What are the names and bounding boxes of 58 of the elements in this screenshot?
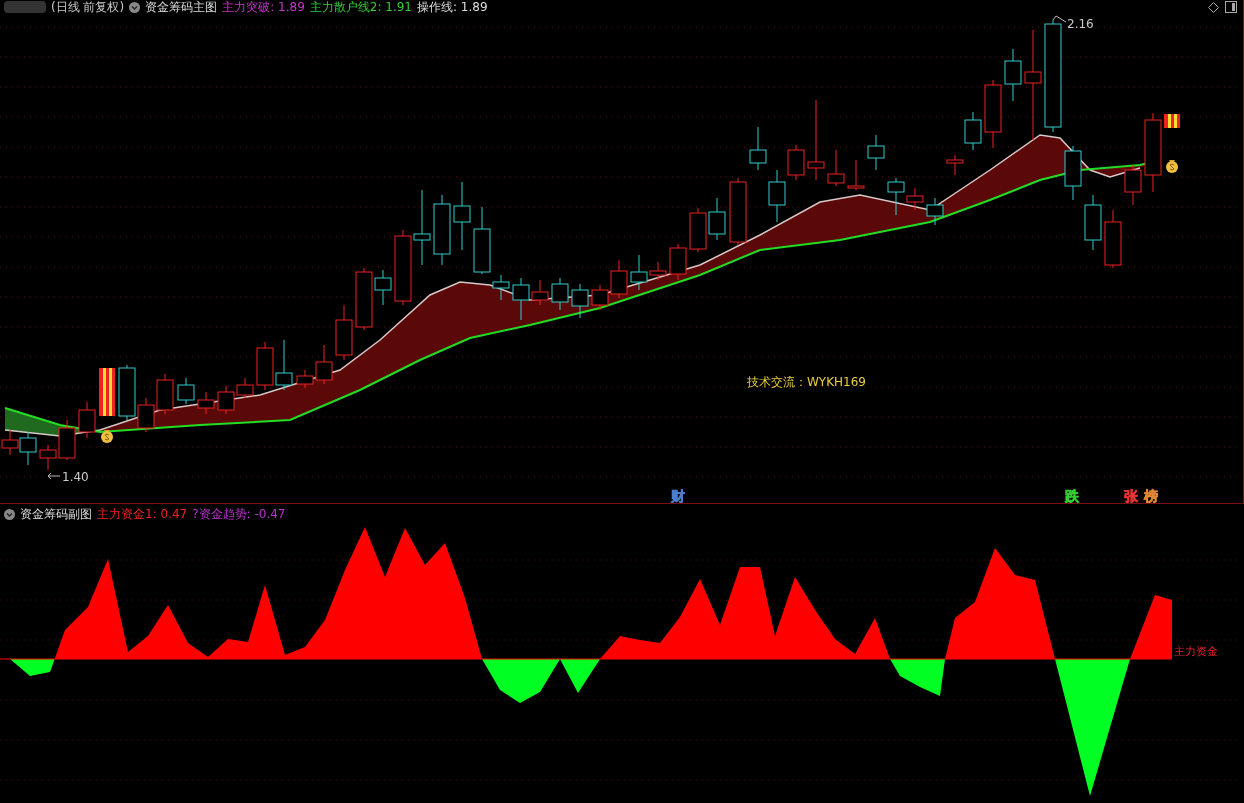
signal-marker: 榜 — [1144, 488, 1158, 503]
money-bag-icon — [101, 430, 113, 443]
candlestick — [1004, 48, 1022, 102]
low-price-label: 1.40 — [62, 470, 89, 484]
high-price-label: 2.16 — [1067, 17, 1094, 31]
diamond-icon[interactable] — [1208, 1, 1219, 13]
candlestick — [827, 149, 845, 187]
series-label: 主力资金 — [1174, 645, 1218, 658]
candlestick — [867, 134, 885, 171]
candlestick — [1084, 194, 1102, 251]
candlestick — [571, 283, 589, 319]
candlestick — [217, 385, 235, 415]
contact-note: 技术交流：WYKH169 — [747, 375, 866, 389]
candlestick — [78, 401, 96, 439]
indicator-title: 资金筹码副图 — [20, 508, 92, 520]
candlestick — [946, 154, 964, 176]
candlestick — [669, 243, 687, 281]
candlestick — [177, 377, 195, 405]
indicator-readout: 主力突破: 1.89 — [222, 1, 305, 13]
candlestick — [689, 207, 707, 253]
indicator-readout: 操作线: 1.89 — [417, 1, 488, 13]
candlestick — [847, 159, 865, 191]
candlestick — [236, 377, 254, 399]
panel-icon[interactable] — [1225, 1, 1237, 13]
candlestick — [551, 277, 569, 311]
candlestick — [729, 177, 747, 246]
low-marker-icon — [47, 472, 61, 480]
candlestick — [453, 181, 471, 251]
candlestick — [433, 194, 451, 266]
candlestick — [275, 339, 293, 391]
candlestick — [1104, 209, 1122, 269]
candlestick — [984, 79, 1002, 149]
signal-marker: 财 — [671, 488, 685, 503]
candlestick — [1064, 145, 1082, 201]
candlestick — [708, 197, 726, 241]
signal-marker: 张 — [1124, 488, 1138, 503]
indicator-readout: ?资金趋势: -0.47 — [192, 508, 286, 520]
indicator-readout: 主力散户线2: 1.91 — [309, 1, 412, 13]
candlestick — [156, 373, 174, 415]
candlestick — [197, 391, 215, 415]
collapse-icon[interactable] — [129, 1, 141, 13]
money-bag-icon — [1166, 160, 1178, 173]
candlestick — [749, 126, 767, 171]
candlestick — [335, 304, 353, 361]
blurred-label — [4, 1, 46, 13]
candlestick — [19, 431, 37, 466]
collapse-icon[interactable] — [4, 508, 15, 520]
indicator-title: 资金筹码主图 — [145, 1, 218, 13]
high-marker-icon — [1052, 15, 1067, 23]
signal-bar-icon — [1164, 114, 1180, 128]
candlestick — [964, 111, 982, 151]
indicator-readout: 主力资金1: 0.47 — [97, 508, 188, 520]
signal-bar-icon — [99, 368, 115, 416]
period-label: (日线 前复权) — [51, 1, 125, 13]
candlestick — [926, 197, 944, 226]
signal-marker: 跌 — [1065, 488, 1079, 503]
candlestick — [1124, 164, 1142, 206]
candlestick — [256, 341, 274, 391]
